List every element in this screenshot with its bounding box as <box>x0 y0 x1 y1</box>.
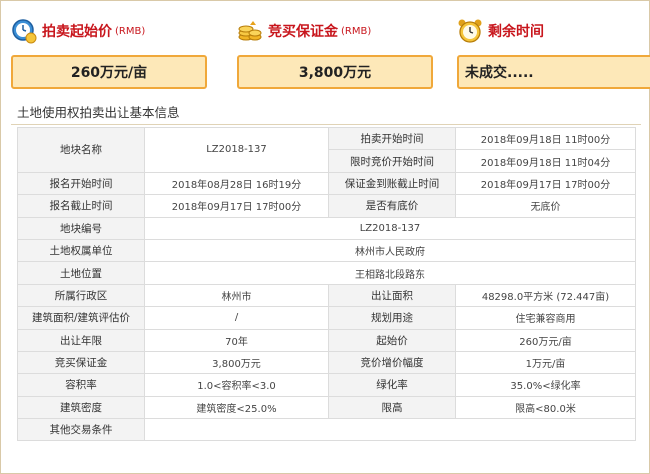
auction-start-value: 2018年09月18日 11时00分 <box>455 126 636 151</box>
parcel-no-value: LZ2018-137 <box>144 216 636 240</box>
far-label: 容积率 <box>17 373 145 397</box>
start-price-value: 260万元/亩 <box>11 55 207 89</box>
area-label: 出让面积 <box>328 283 456 308</box>
table-row: 建筑面积/建筑评估价 / 规划用途 住宅兼容商用 <box>17 306 636 330</box>
summary-stats: 拍卖起始价 (RMB) 260万元/亩 竞买保证金 (RMB) 3,800万元 … <box>11 13 650 93</box>
deposit-unit: (RMB) <box>341 25 372 37</box>
deposit-header: 竞买保证金 (RMB) <box>237 13 433 49</box>
other-label: 其他交易条件 <box>17 418 145 442</box>
remaining-time-label: 剩余时间 <box>488 24 544 40</box>
green-label: 绿化率 <box>328 373 456 397</box>
deposit-deadline-label: 保证金到账截止时间 <box>328 171 456 196</box>
reg-start-label: 报名开始时间 <box>17 171 145 196</box>
increment-label: 竞价增价幅度 <box>328 350 456 375</box>
density-value: 建筑密度<25.0% <box>144 395 329 420</box>
plan-use-label: 规划用途 <box>328 306 456 330</box>
district-label: 所属行政区 <box>17 283 145 308</box>
remaining-time-header: 剩余时间 <box>457 13 650 49</box>
deposit-row-value: 3,800万元 <box>144 350 329 375</box>
term-value: 70年 <box>144 328 329 352</box>
start-price-label: 拍卖起始价 <box>42 24 112 40</box>
bid-start-label: 限时竞价开始时间 <box>328 149 456 173</box>
deposit-deadline-value: 2018年09月17日 17时00分 <box>455 171 636 196</box>
area-value: 48298.0平方米 (72.447亩) <box>455 283 636 308</box>
deposit-value: 3,800万元 <box>237 55 433 89</box>
start-price-row-value: 260万元/亩 <box>455 328 636 352</box>
reg-end-label: 报名截止时间 <box>17 194 145 218</box>
parcel-no-label: 地块编号 <box>17 216 145 240</box>
table-row: 出让年限 70年 起始价 260万元/亩 <box>17 328 636 352</box>
table-row: 报名截止时间 2018年09月17日 17时00分 是否有底价 无底价 <box>17 194 636 218</box>
table-row: 地块编号 LZ2018-137 <box>17 216 636 240</box>
owner-value: 林州市人民政府 <box>144 238 636 263</box>
height-label: 限高 <box>328 395 456 420</box>
build-area-label: 建筑面积/建筑评估价 <box>17 306 145 330</box>
parcel-name-value: LZ2018-137 <box>144 127 329 173</box>
green-value: 35.0%<绿化率 <box>455 373 636 397</box>
table-row: 报名开始时间 2018年08月28日 16时19分 保证金到账截止时间 2018… <box>17 171 636 196</box>
table-row: 地块名称 LZ2018-137 拍卖开始时间 2018年09月18日 11时00… <box>17 126 636 173</box>
reserve-value: 无底价 <box>455 194 636 218</box>
start-price-header: 拍卖起始价 (RMB) <box>11 13 207 49</box>
bid-start-value: 2018年09月18日 11时04分 <box>455 149 636 173</box>
table-row: 容积率 1.0<容积率<3.0 绿化率 35.0%<绿化率 <box>17 373 636 397</box>
term-label: 出让年限 <box>17 328 145 352</box>
auction-start-label: 拍卖开始时间 <box>328 126 456 151</box>
alarm-clock-icon <box>457 18 483 44</box>
section-title: 土地使用权拍卖出让基本信息 <box>11 103 641 125</box>
reg-start-value: 2018年08月28日 16时19分 <box>144 171 329 196</box>
table-row: 所属行政区 林州市 出让面积 48298.0平方米 (72.447亩) <box>17 283 636 308</box>
remaining-time-stat: 剩余时间 未成交..... <box>457 13 650 89</box>
deposit-stat: 竞买保证金 (RMB) 3,800万元 <box>237 13 433 89</box>
reg-end-value: 2018年09月17日 17时00分 <box>144 194 329 218</box>
height-value: 限高<80.0米 <box>455 395 636 420</box>
owner-label: 土地权属单位 <box>17 238 145 263</box>
table-row: 竞买保证金 3,800万元 竞价增价幅度 1万元/亩 <box>17 350 636 375</box>
increment-value: 1万元/亩 <box>455 350 636 375</box>
density-label: 建筑密度 <box>17 395 145 420</box>
table-row: 土地位置 王相路北段路东 <box>17 261 636 285</box>
page-frame: 拍卖起始价 (RMB) 260万元/亩 竞买保证金 (RMB) 3,800万元 … <box>0 0 650 474</box>
reserve-label: 是否有底价 <box>328 194 456 218</box>
start-price-row-label: 起始价 <box>328 328 456 352</box>
location-label: 土地位置 <box>17 261 145 285</box>
clock-coin-icon <box>11 18 37 44</box>
parcel-name-label: 地块名称 <box>17 127 145 173</box>
table-row: 建筑密度 建筑密度<25.0% 限高 限高<80.0米 <box>17 395 636 420</box>
remaining-time-value: 未成交..... <box>457 55 650 89</box>
land-info-table: 地块名称 LZ2018-137 拍卖开始时间 2018年09月18日 11时00… <box>17 126 636 442</box>
location-value: 王相路北段路东 <box>144 261 636 285</box>
start-price-unit: (RMB) <box>115 25 146 37</box>
district-value: 林州市 <box>144 283 329 308</box>
deposit-label: 竞买保证金 <box>268 24 338 40</box>
plan-use-value: 住宅兼容商用 <box>455 306 636 330</box>
deposit-row-label: 竞买保证金 <box>17 350 145 375</box>
build-area-value: / <box>144 306 329 330</box>
table-row: 其他交易条件 <box>17 418 636 442</box>
other-value <box>144 418 636 442</box>
far-value: 1.0<容积率<3.0 <box>144 373 329 397</box>
start-price-stat: 拍卖起始价 (RMB) 260万元/亩 <box>11 13 207 89</box>
table-row: 土地权属单位 林州市人民政府 <box>17 238 636 263</box>
coin-stack-icon <box>237 18 263 44</box>
